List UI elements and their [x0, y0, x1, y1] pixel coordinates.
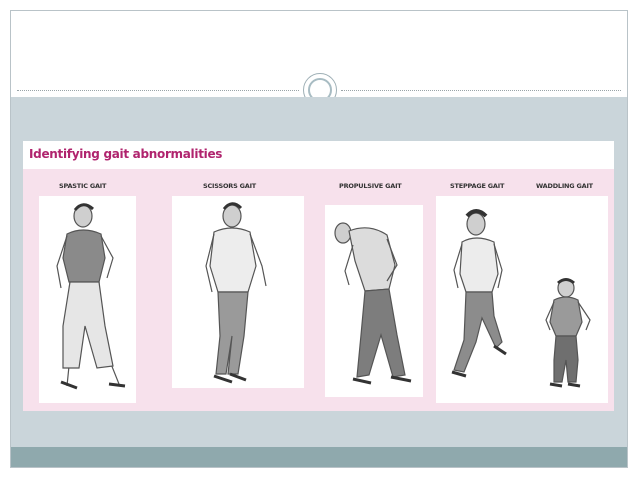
photo-steppage-gait	[436, 196, 520, 403]
gait-label-scissors: SCISSORS GAIT	[203, 182, 257, 190]
gait-figure-panel: Identifying gait abnormalities SPASTIC G…	[23, 141, 614, 411]
photo-spastic-gait	[39, 196, 136, 403]
slide: Identifying gait abnormalities SPASTIC G…	[10, 10, 628, 468]
spastic-gait-figure-icon	[56, 203, 126, 390]
steppage-gait-figure-icon	[451, 209, 507, 378]
header-divider-left	[17, 90, 299, 91]
photo-propulsive-gait	[325, 205, 423, 397]
gait-label-steppage: STEPPAGE GAIT	[450, 182, 505, 190]
gait-label-propulsive: PROPULSIVE GAIT	[339, 182, 402, 190]
scissors-gait-figure-icon	[205, 202, 267, 384]
waddling-gait-figure-icon	[545, 278, 591, 388]
gait-label-waddling: WADDLING GAIT	[536, 182, 593, 190]
photo-scissors-gait	[172, 196, 304, 388]
propulsive-gait-figure-icon	[334, 222, 412, 385]
gait-label-spastic: SPASTIC GAIT	[59, 182, 107, 190]
header-divider-right	[341, 90, 621, 91]
figure-title-strip: Identifying gait abnormalities	[23, 141, 614, 169]
slide-footer-band	[11, 447, 627, 467]
photo-waddling-gait	[520, 196, 608, 403]
figure-title: Identifying gait abnormalities	[29, 147, 223, 161]
slide-body: Identifying gait abnormalities SPASTIC G…	[11, 97, 627, 447]
